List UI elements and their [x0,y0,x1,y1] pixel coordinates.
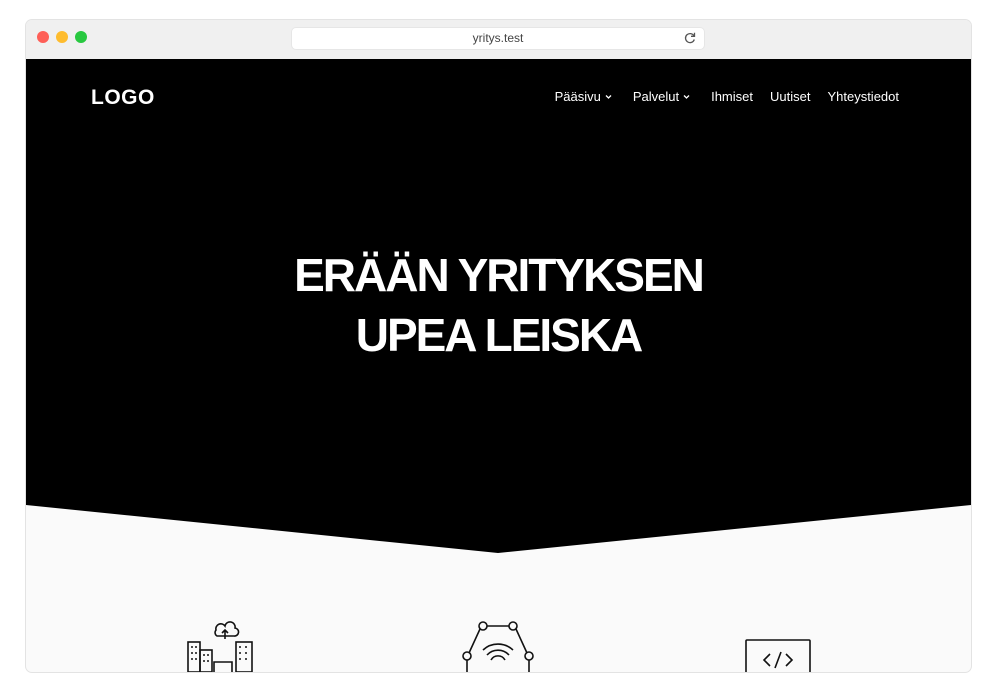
chevron-down-icon [683,95,690,99]
features-row [26,620,971,672]
minimize-window-button[interactable] [56,31,68,43]
network-wifi-icon [462,621,534,672]
browser-titlebar: yritys.test [26,20,971,60]
browser-window: yritys.test LOGO Pääsivu Palvelut Ihmise… [26,20,971,672]
hero-headline-line2: UPEA LEISKA [355,309,644,361]
nav-item-label: Uutiset [769,89,811,104]
nav-item-palvelut[interactable]: Palvelut [633,89,690,104]
nav-item-label: Yhteystiedot [827,89,899,104]
address-bar[interactable]: yritys.test [292,28,704,49]
nav-item-label: Ihmiset [711,89,753,104]
url-text: yritys.test [472,31,524,45]
nav-item-ihmiset[interactable]: Ihmiset [711,89,753,104]
maximize-window-button[interactable] [75,31,87,43]
hero-section: LOGO Pääsivu Palvelut Ihmiset Uutiset Yh… [26,59,971,559]
nav-item-yhteystiedot[interactable]: Yhteystiedot [827,89,899,104]
reload-icon[interactable] [683,31,697,45]
main-nav: Pääsivu Palvelut Ihmiset Uutiset Yhteyst… [538,89,899,104]
site-logo[interactable]: LOGO [91,86,155,110]
nav-item-label: Pääsivu [554,89,601,104]
nav-item-uutiset[interactable]: Uutiset [770,89,810,104]
close-window-button[interactable] [37,31,49,43]
city-cloud-icon [187,621,253,672]
code-window-icon [745,639,811,672]
nav-item-label: Palvelut [632,89,680,104]
chevron-down-icon [605,95,612,99]
nav-item-paasivu[interactable]: Pääsivu [555,89,612,104]
hero-headline-line1: ERÄÄN YRITYKSEN [294,249,705,301]
hero-headline: ERÄÄN YRITYKSEN UPEA LEISKA [26,245,971,365]
